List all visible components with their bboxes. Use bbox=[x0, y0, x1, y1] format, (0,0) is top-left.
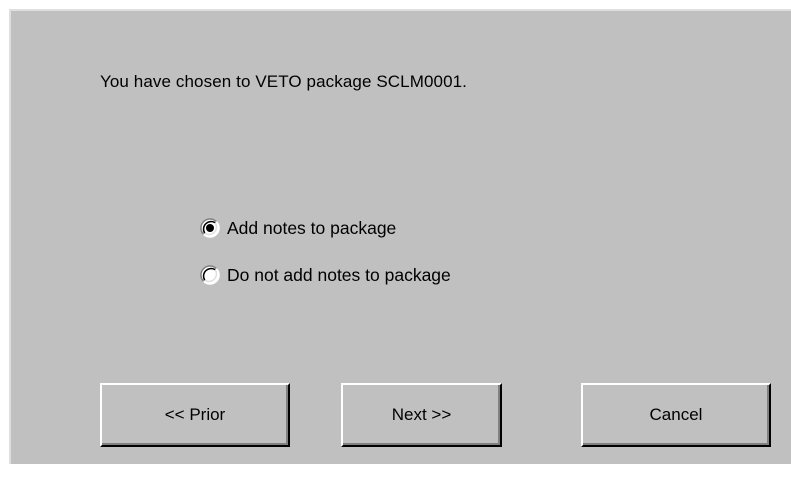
prior-button-label: << Prior bbox=[164, 405, 226, 424]
veto-dialog: You have chosen to VETO package SCLM0001… bbox=[9, 9, 791, 464]
option-add-notes-label: Add notes to package bbox=[227, 217, 397, 238]
next-button-label: Next >> bbox=[391, 405, 452, 424]
radio-selected-icon[interactable] bbox=[200, 218, 220, 238]
radio-unselected-icon[interactable] bbox=[200, 265, 220, 285]
cancel-button[interactable]: Cancel bbox=[581, 383, 771, 447]
veto-message: You have chosen to VETO package SCLM0001… bbox=[100, 72, 468, 91]
option-no-notes-label: Do not add notes to package bbox=[227, 264, 451, 285]
prior-button[interactable]: << Prior bbox=[100, 383, 290, 447]
screenshot-frame: You have chosen to VETO package SCLM0001… bbox=[0, 0, 791, 483]
option-no-notes[interactable]: Do not add notes to package bbox=[200, 263, 451, 287]
option-add-notes[interactable]: Add notes to package bbox=[200, 216, 396, 240]
next-button[interactable]: Next >> bbox=[341, 383, 502, 447]
cancel-button-label: Cancel bbox=[649, 405, 703, 424]
